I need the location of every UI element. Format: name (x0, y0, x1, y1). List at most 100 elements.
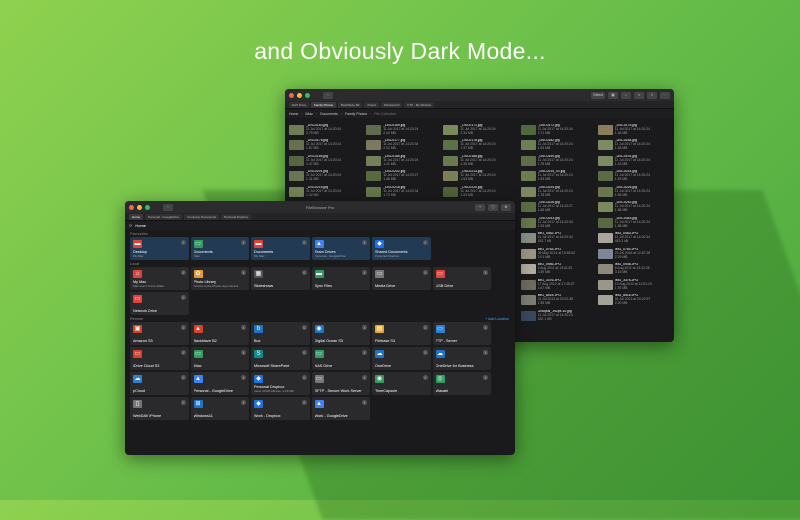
breadcrumb-item[interactable]: Home (289, 112, 298, 116)
tab-1[interactable]: Family Photos (311, 101, 337, 108)
location-tile[interactable]: ▬ i Documents My Mac (251, 237, 310, 260)
location-tile[interactable]: ▭ i Network Drive (130, 292, 189, 315)
file-item[interactable]: _DSC0225.jpg 11 Jul 2017 at 14:20:24 1.56 … (596, 184, 672, 200)
location-tile[interactable]: ▲ i Personal - GoogleDrive (190, 372, 249, 395)
file-item[interactable]: _DSC0191.jpg 11 Jul 2017 at 14:20:24 1.42 … (596, 153, 672, 169)
back-nav-button[interactable]: ‹ (323, 91, 333, 99)
location-tile[interactable]: ▤ i Filebase S3 (372, 322, 431, 345)
location-tile[interactable]: ▭ i FTP - Server (432, 322, 491, 345)
tab-3[interactable]: iCloud (364, 101, 379, 108)
location-tile[interactable]: ◉ i TimeCapsule (372, 372, 431, 395)
info-icon[interactable]: i (422, 375, 428, 380)
info-icon[interactable]: i (362, 240, 367, 245)
file-item[interactable]: _DSC0242.jpg 11 Jul 2017 at 14:20:24 1.86 … (596, 200, 672, 216)
zoom-button[interactable] (305, 92, 310, 98)
location-tile[interactable]: ☁ i OneDrive for Business (432, 347, 491, 370)
info-icon[interactable]: i (362, 350, 367, 355)
file-item[interactable]: _DSC0188.jpg 11 Jul 2017 at 14:20:24 1.45 … (441, 153, 517, 169)
more-icon[interactable]: ⋯ (660, 91, 670, 99)
info-icon[interactable]: i (241, 325, 246, 330)
file-item[interactable]: _DSC0186.jpg 11 Jul 2017 at 14:20:24 1.41 … (364, 153, 440, 169)
location-tile[interactable]: ▣ i Amazon S3 (130, 322, 189, 345)
info-icon[interactable]: i (362, 375, 367, 380)
file-item[interactable]: _DSC0190.jpg 11 Jul 2017 at 14:20:24 1.78 … (519, 153, 595, 169)
info-icon[interactable]: i (180, 350, 186, 355)
file-item[interactable]: _DSC0178.jpg 11 Jul 2017 at 14:20:24 1.97 … (441, 138, 517, 154)
file-item[interactable]: IMG_0948.JPG 6 Aug 2011 at 13:42:26 3.15 M… (596, 262, 672, 278)
file-item[interactable]: IMG_8516.JPG 31 Jul 2013 at 20:22:57 2.20 … (596, 293, 672, 309)
location-tile[interactable]: ⊞ i Windows11 (190, 397, 249, 420)
info-icon[interactable]: i (241, 270, 246, 275)
file-item[interactable]: IMG_0763.JPG 28 May 2014 at 19:45:52 2.01 … (519, 246, 595, 262)
location-tile[interactable]: Si Microsoft SharePoint (251, 347, 310, 370)
info-icon[interactable]: i (422, 325, 428, 330)
file-item[interactable]: _DSC0177.jpg 11 Jul 2017 at 14:20:34 2.02 … (364, 138, 440, 154)
location-tile[interactable]: ⌂ i My Mac Mac user's home folder (130, 267, 189, 290)
select-button[interactable]: Select (591, 91, 605, 99)
info-icon[interactable]: ⓘ (488, 203, 498, 211)
close-button[interactable] (289, 92, 294, 98)
location-tile[interactable]: ✿ i Photo Library Access to the Photos app … (190, 267, 249, 290)
back-nav-button[interactable]: ‹ (163, 203, 173, 211)
tab-2[interactable]: Company Documents (184, 213, 220, 220)
tab-2[interactable]: Backblaze B2 (338, 101, 363, 108)
breadcrumb-item[interactable]: Family Photos (345, 112, 367, 116)
info-icon[interactable]: i (241, 240, 246, 245)
file-item[interactable]: _DSC0216.jpg 11 Jul 2017 at 14:20:24 1.42 … (287, 184, 363, 200)
location-tile[interactable]: ▭ i iDrive Cloud S3 (130, 347, 189, 370)
file-item[interactable]: _DSC0182.jpg 11 Jul 2017 at 14:20:24 1.53 … (519, 138, 595, 154)
info-icon[interactable]: i (180, 240, 186, 245)
file-item[interactable]: _DSC0185.jpg 11 Jul 2017 at 14:20:24 1.47 … (287, 153, 363, 169)
sort-icon[interactable]: ≡ (634, 91, 644, 99)
info-icon[interactable]: i (301, 375, 307, 380)
minimize-button[interactable] (297, 92, 302, 98)
location-tile[interactable]: ▭ i Media Drive (372, 267, 431, 290)
file-item[interactable]: IMG_3376.JPG 17 Aug 2012 at 17:48:37 1.67 … (519, 277, 595, 293)
info-icon[interactable]: i (301, 270, 307, 275)
file-item[interactable]: _DSC0226.jpg 11 Jul 2017 at 14:20:27 1.68 … (519, 200, 595, 216)
file-item[interactable]: IMG_0483.JPG 11 Jul 2017 at 14:20:34 453.1… (596, 231, 672, 247)
file-item[interactable]: IMG_8515.JPG 31 Jul 2013 at 20:22:38 1.98 … (519, 293, 595, 309)
location-tile[interactable]: ◆ i Personal Dropbox used: 40.09 GB free: 1… (251, 372, 310, 395)
location-tile[interactable]: ◉ i Digital Ocean S3 (311, 322, 370, 345)
info-icon[interactable]: i (241, 375, 246, 380)
share-icon[interactable]: ⇪ (647, 91, 657, 99)
tab-1[interactable]: Personal - GoogleDrive (145, 213, 183, 220)
tab-4[interactable]: Windows10 (380, 101, 403, 108)
zoom-button[interactable] (145, 204, 150, 210)
location-tile[interactable]: ▭ i iMac (190, 347, 249, 370)
info-icon[interactable]: i (362, 400, 367, 405)
info-icon[interactable]: i (241, 400, 246, 405)
file-item[interactable]: _DSC0163.jpg 11 Jul 2017 at 14:20:34 2.75 … (287, 122, 363, 138)
info-icon[interactable]: i (180, 375, 186, 380)
file-item[interactable]: IMG_0764.JPG 23 Jul 2016 at 10:57:28 2.29 … (596, 246, 672, 262)
file-item[interactable]: Octopus_192px-10.jpg 11 Jul 2017 at 14:20… (519, 308, 595, 324)
settings-gear-icon[interactable]: ⚙ (501, 203, 511, 211)
file-item[interactable]: _DSC0184.jpg 11 Jul 2017 at 14:20:24 1.48 … (596, 138, 672, 154)
info-icon[interactable]: i (422, 240, 428, 245)
file-item[interactable]: _DSC0220.jpg 11 Jul 2017 at 14:20:24 1.53 … (441, 184, 517, 200)
location-tile[interactable]: ◆ i Shared Documents Personal Dropbox (372, 237, 431, 260)
add-icon[interactable]: + (475, 203, 485, 211)
file-item[interactable]: _DSC0213.jpg 11 Jul 2017 at 14:20:24 1.63 … (441, 169, 517, 185)
location-tile[interactable]: ▲ i Work - GoogleDrive (311, 397, 370, 420)
location-tile[interactable]: ☁ i OneDrive (372, 347, 431, 370)
location-tile[interactable]: ▭ i SFTP - Secure Work Server (311, 372, 370, 395)
close-button[interactable] (129, 204, 134, 210)
info-icon[interactable]: i (483, 325, 488, 330)
view-toggle-icon[interactable]: ▦ (608, 91, 618, 99)
location-tile[interactable]: ◆ i Work - Dropbox (251, 397, 310, 420)
info-icon[interactable]: i (483, 375, 488, 380)
info-icon[interactable]: i (362, 325, 367, 330)
info-icon[interactable]: i (241, 350, 246, 355)
location-tile[interactable]: ▬ i Sync Files (311, 267, 370, 290)
tab-0[interactable]: Home (129, 213, 144, 220)
tab-5[interactable]: FTP - My Website (404, 101, 435, 108)
info-icon[interactable]: i (301, 350, 307, 355)
breadcrumb-home[interactable]: Home (135, 223, 146, 228)
file-item[interactable]: _DSC0214.jpg 11 Jul 2017 at 14:20:24 1.53 … (596, 169, 672, 185)
file-item[interactable]: _DSC0175.jpg 11 Jul 2017 at 14:20:24 1.36 … (596, 122, 672, 138)
location-tile[interactable]: ☁ i pCloud (130, 372, 189, 395)
info-icon[interactable]: i (301, 240, 307, 245)
file-item[interactable]: _DSC0218.jpg 11 Jul 2017 at 14:20:34 1.70 … (364, 184, 440, 200)
